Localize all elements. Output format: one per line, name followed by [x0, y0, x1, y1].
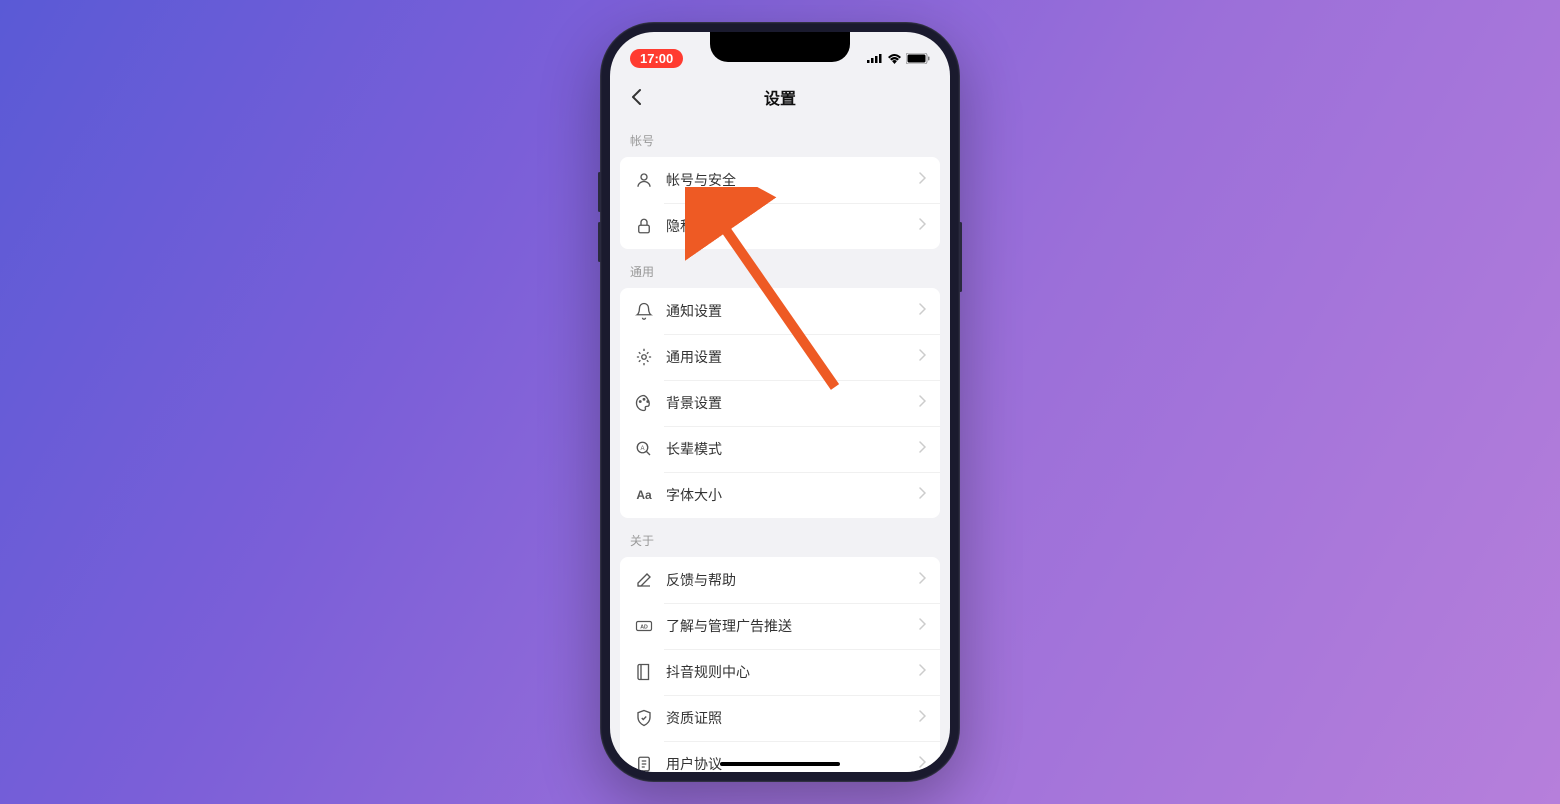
item-label: 字体大小	[666, 485, 919, 505]
item-label: 背景设置	[666, 393, 919, 413]
status-indicators	[867, 53, 930, 64]
back-button[interactable]	[624, 85, 648, 109]
chevron-right-icon	[919, 617, 926, 635]
magnify-a-icon: A	[634, 439, 654, 459]
item-certificates[interactable]: 资质证照	[620, 695, 940, 741]
item-background[interactable]: 背景设置	[620, 380, 940, 426]
section-group-general: 通知设置 通用设置 背景设置	[620, 288, 940, 518]
item-label: 了解与管理广告推送	[666, 616, 919, 636]
item-general-settings[interactable]: 通用设置	[620, 334, 940, 380]
phone-screen: 17:00 设置 帐号	[610, 32, 950, 772]
chevron-right-icon	[919, 663, 926, 681]
signal-icon	[867, 53, 883, 63]
item-privacy[interactable]: 隐私设置	[620, 203, 940, 249]
item-elder-mode[interactable]: A 长辈模式	[620, 426, 940, 472]
ad-icon: AD	[634, 616, 654, 636]
svg-text:AD: AD	[640, 624, 648, 630]
notch	[710, 32, 850, 62]
chevron-right-icon	[919, 171, 926, 189]
shield-icon	[634, 708, 654, 728]
volume-down-button	[598, 222, 601, 262]
item-user-agreement[interactable]: 用户协议	[620, 741, 940, 772]
section-group-account: 帐号与安全 隐私设置	[620, 157, 940, 249]
bell-icon	[634, 301, 654, 321]
item-feedback[interactable]: 反馈与帮助	[620, 557, 940, 603]
chevron-right-icon	[919, 571, 926, 589]
battery-icon	[906, 53, 930, 64]
document-icon	[634, 754, 654, 772]
item-label: 通用设置	[666, 347, 919, 367]
svg-text:A: A	[640, 446, 644, 452]
book-icon	[634, 662, 654, 682]
wifi-icon	[887, 53, 902, 64]
palette-icon	[634, 393, 654, 413]
item-account-security[interactable]: 帐号与安全	[620, 157, 940, 203]
chevron-right-icon	[919, 440, 926, 458]
section-header-account: 帐号	[620, 118, 940, 157]
home-indicator[interactable]	[720, 762, 840, 766]
item-label: 长辈模式	[666, 439, 919, 459]
item-label: 反馈与帮助	[666, 570, 919, 590]
item-notifications[interactable]: 通知设置	[620, 288, 940, 334]
volume-up-button	[598, 172, 601, 212]
chevron-right-icon	[919, 217, 926, 235]
item-label: 帐号与安全	[666, 170, 919, 190]
font-size-icon: Aa	[634, 485, 654, 505]
section-group-about: 反馈与帮助 AD 了解与管理广告推送 抖音规则中心	[620, 557, 940, 772]
user-icon	[634, 170, 654, 190]
chevron-right-icon	[919, 486, 926, 504]
lock-icon	[634, 216, 654, 236]
section-header-about: 关于	[620, 518, 940, 557]
chevron-right-icon	[919, 709, 926, 727]
item-label: 隐私设置	[666, 216, 919, 236]
chevron-left-icon	[630, 88, 642, 106]
item-label: 资质证照	[666, 708, 919, 728]
status-time: 17:00	[630, 49, 683, 68]
chevron-right-icon	[919, 302, 926, 320]
page-title: 设置	[764, 85, 796, 109]
item-rules-center[interactable]: 抖音规则中心	[620, 649, 940, 695]
item-label: 抖音规则中心	[666, 662, 919, 682]
section-header-general: 通用	[620, 249, 940, 288]
item-ad-management[interactable]: AD 了解与管理广告推送	[620, 603, 940, 649]
chevron-right-icon	[919, 394, 926, 412]
item-font-size[interactable]: Aa 字体大小	[620, 472, 940, 518]
settings-content: 帐号 帐号与安全 隐私设置 通用	[610, 118, 950, 772]
nav-bar: 设置	[610, 76, 950, 118]
power-button	[959, 222, 962, 292]
edit-icon	[634, 570, 654, 590]
phone-frame: 17:00 设置 帐号	[600, 22, 960, 782]
chevron-right-icon	[919, 755, 926, 772]
gear-icon	[634, 347, 654, 367]
item-label: 通知设置	[666, 301, 919, 321]
chevron-right-icon	[919, 348, 926, 366]
